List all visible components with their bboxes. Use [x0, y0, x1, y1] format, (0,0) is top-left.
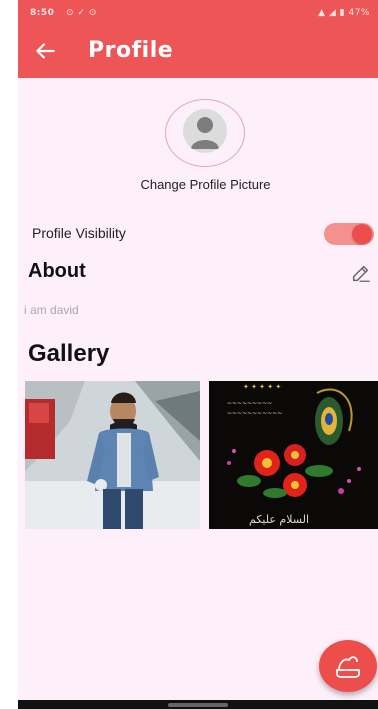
arrow-left-icon[interactable]: [32, 38, 58, 64]
gallery-heading: Gallery: [28, 340, 110, 367]
page-title: Profile: [88, 38, 174, 63]
status-time: 8:50 ⊙ ✓ ⊙: [30, 8, 97, 18]
change-profile-picture-button[interactable]: Change Profile Picture: [18, 177, 378, 192]
add-photo-button[interactable]: [319, 640, 377, 692]
system-nav-bar: [18, 700, 378, 709]
profile-visibility-toggle[interactable]: [324, 223, 374, 245]
svg-text:~~~~~~~~~~~: ~~~~~~~~~~~: [227, 410, 282, 417]
signal-icon: ▲ ◢ ▮: [318, 8, 346, 18]
svg-text:~~~~~~~~~: ~~~~~~~~~: [227, 400, 272, 407]
app-bar: Profile: [18, 26, 378, 78]
add-photo-icon: [336, 656, 360, 678]
flower-greeting-image: ✦ ✦ ✦ ✦ ✦ ~~~~~~~~~ ~~~~~~~~~~~ السلام ع…: [209, 381, 378, 529]
profile-visibility-label: Profile Visibility: [32, 225, 126, 241]
home-indicator[interactable]: [168, 703, 228, 707]
gallery-image-person[interactable]: [25, 381, 200, 529]
screen: 8:50 ⊙ ✓ ⊙ ▲ ◢ ▮ 47% Profile Change Prof…: [18, 0, 378, 709]
gallery-image-flowers[interactable]: ✦ ✦ ✦ ✦ ✦ ~~~~~~~~~ ~~~~~~~~~~~ السلام ع…: [209, 381, 378, 529]
svg-text:✦ ✦ ✦ ✦ ✦: ✦ ✦ ✦ ✦ ✦: [243, 383, 281, 391]
avatar: [183, 109, 227, 153]
profile-picture[interactable]: [165, 99, 245, 167]
battery-text: 47%: [348, 8, 370, 18]
toggle-knob: [352, 224, 372, 244]
about-text: i am david: [24, 303, 79, 317]
status-notification-icons: ⊙ ✓ ⊙: [66, 8, 97, 18]
status-bar: 8:50 ⊙ ✓ ⊙ ▲ ◢ ▮ 47%: [18, 0, 378, 26]
about-heading: About: [28, 260, 86, 282]
person-placeholder-icon: [191, 117, 219, 149]
status-time-text: 8:50: [30, 8, 55, 18]
edit-icon[interactable]: [350, 262, 372, 284]
person-photo: [25, 381, 200, 529]
status-icons: ▲ ◢ ▮ 47%: [318, 8, 370, 18]
gallery-caption-text: السلام علیکم: [249, 513, 309, 526]
